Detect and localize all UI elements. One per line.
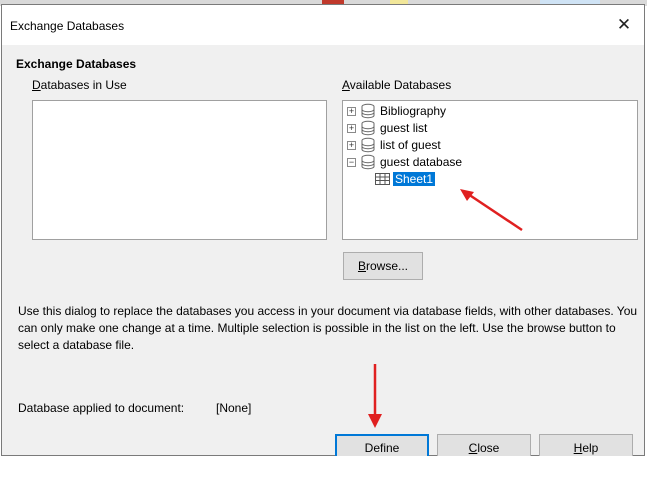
dialog-content: Exchange Databases Databases in Use Avai… (2, 45, 644, 462)
section-title: Exchange Databases (16, 57, 137, 71)
database-applied-value: [None] (216, 401, 252, 415)
tree-item-bibliography[interactable]: + Bibliography (347, 103, 446, 119)
tree-item-label-selected: Sheet1 (393, 172, 436, 186)
exchange-databases-dialog: Exchange Databases ✕ Exchange Databases … (1, 4, 645, 462)
available-databases-label: Available Databases (342, 78, 452, 92)
database-icon (361, 103, 375, 119)
collapse-minus-icon[interactable]: − (347, 157, 356, 167)
title-bar: Exchange Databases ✕ (2, 5, 644, 45)
expand-plus-icon[interactable]: + (347, 123, 356, 133)
background-bottom-strip (0, 456, 647, 481)
tree-item-guest-database[interactable]: − guest database (347, 154, 462, 170)
databases-in-use-list[interactable] (32, 100, 327, 240)
tree-item-guest-list[interactable]: + guest list (347, 120, 427, 136)
browse-button[interactable]: Browse... (343, 252, 423, 280)
tree-item-list-of-guest[interactable]: + list of guest (347, 137, 441, 153)
databases-in-use-label: Databases in Use (32, 78, 127, 92)
tree-item-label: guest list (380, 121, 428, 135)
database-icon (361, 154, 375, 170)
dialog-description: Use this dialog to replace the databases… (18, 304, 638, 352)
window-title: Exchange Databases (10, 19, 125, 33)
tree-item-label: Bibliography (380, 104, 447, 118)
expand-plus-icon[interactable]: + (347, 106, 356, 116)
table-icon (375, 173, 390, 185)
tree-item-label: guest database (380, 155, 463, 169)
expand-plus-icon[interactable]: + (347, 140, 356, 150)
database-icon (361, 137, 375, 153)
close-icon[interactable]: ✕ (612, 13, 636, 37)
database-applied-label: Database applied to document: (18, 401, 185, 415)
available-databases-tree[interactable]: + Bibliography + guest list + list of gu… (342, 100, 638, 240)
database-icon (361, 120, 375, 136)
tree-item-label: list of guest (380, 138, 441, 152)
tree-item-sheet1[interactable]: Sheet1 (347, 171, 436, 187)
